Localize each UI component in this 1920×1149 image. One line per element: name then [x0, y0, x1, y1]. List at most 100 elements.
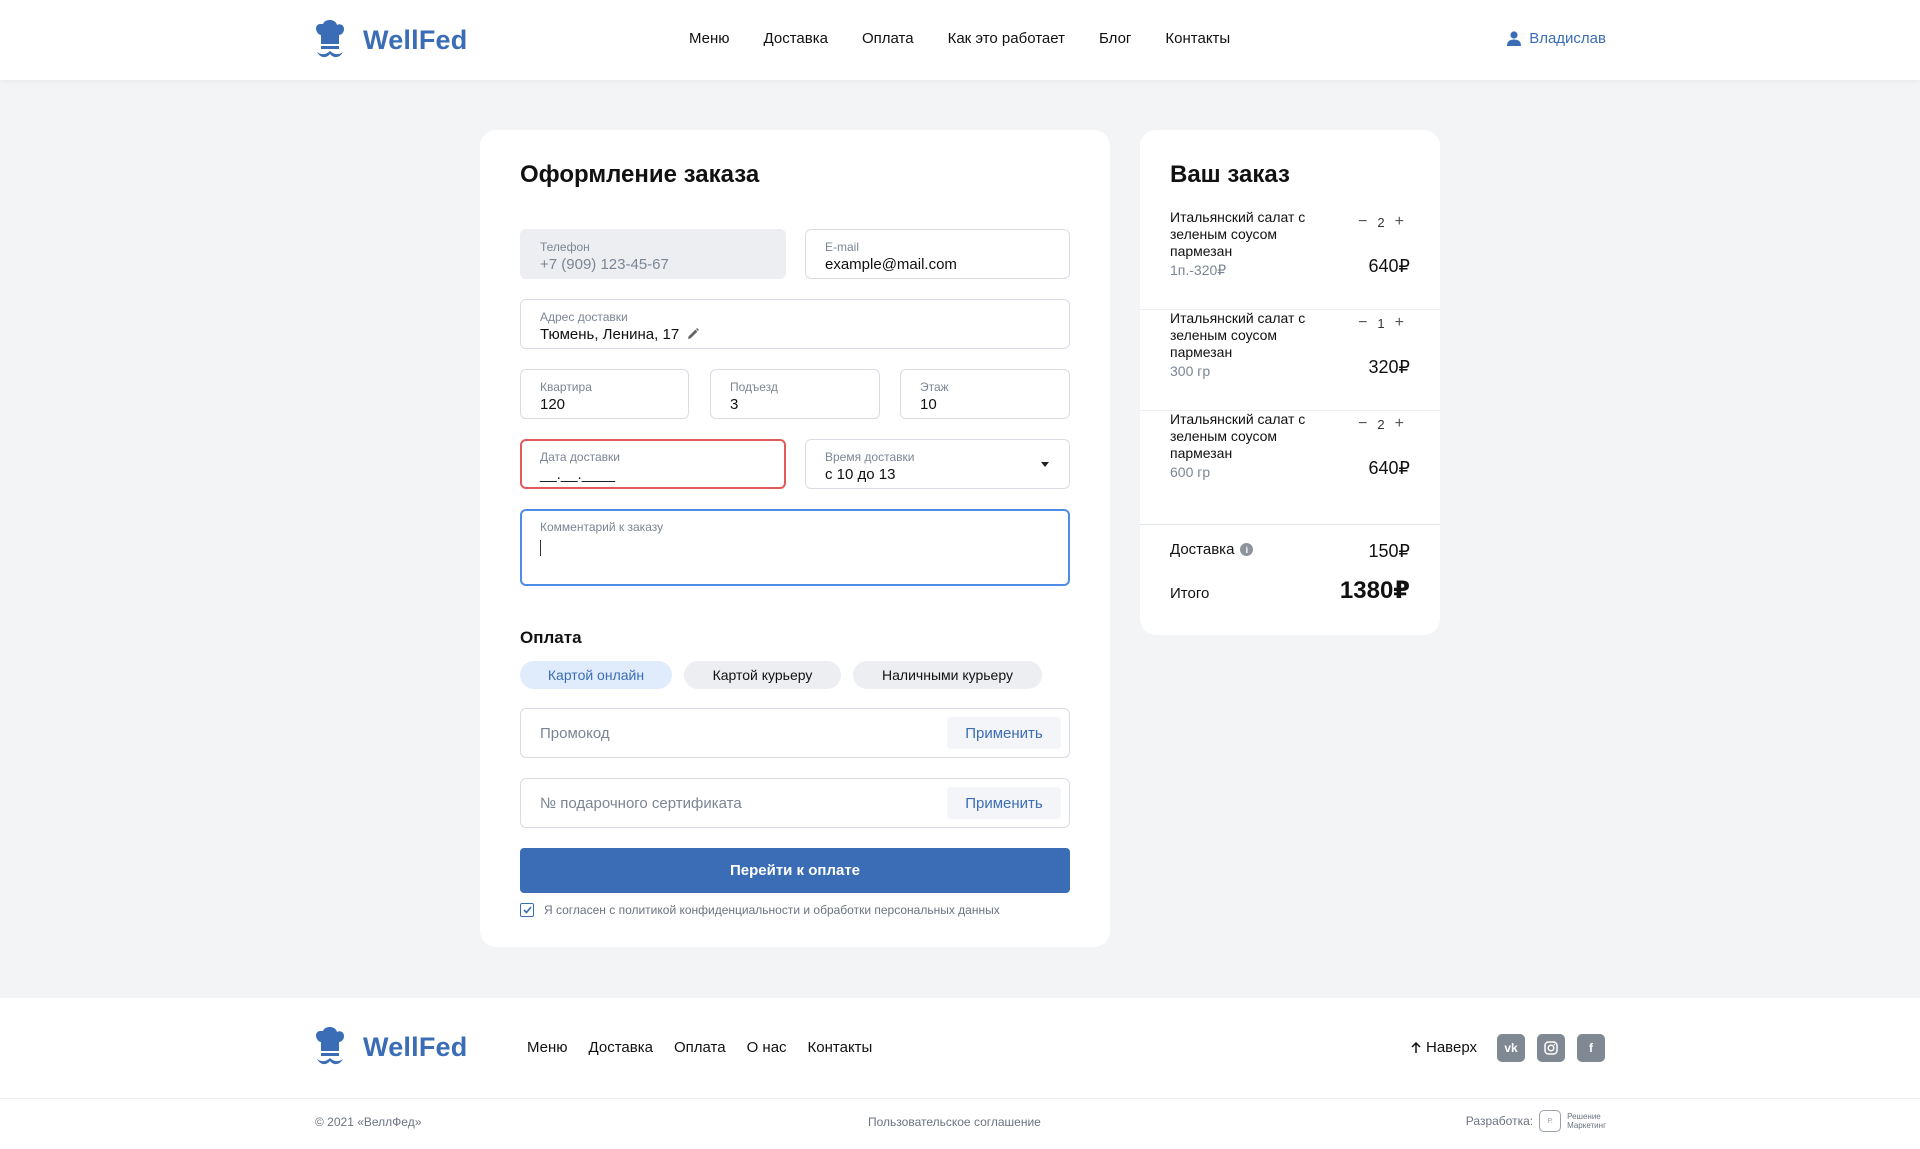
- footer-divider: [0, 1098, 1920, 1099]
- main-nav: Меню Доставка Оплата Как это работает Бл…: [689, 30, 1230, 47]
- phone-field: Телефон +7 (909) 123-45-67: [520, 229, 786, 279]
- email-value: example@mail.com: [825, 256, 957, 273]
- delivery-time-select[interactable]: Время доставки с 10 до 13: [805, 439, 1070, 489]
- promo-apply-button[interactable]: Применить: [947, 717, 1061, 749]
- arrow-up-icon: [1411, 1041, 1421, 1053]
- footer-nav-payment[interactable]: Оплата: [674, 1039, 726, 1056]
- developer-name-line-1: Решение: [1567, 1112, 1601, 1121]
- order-summary-card: Ваш заказ Итальянский салат с зеленым со…: [1140, 130, 1440, 635]
- footer-nav-about[interactable]: О нас: [747, 1039, 787, 1056]
- order-item-detail: 600 гр: [1170, 464, 1211, 480]
- nav-blog[interactable]: Блог: [1099, 30, 1131, 47]
- footer-logo[interactable]: WellFed: [315, 1027, 467, 1067]
- delivery-date-field[interactable]: Дата доставки __.__.____: [520, 439, 786, 489]
- delivery-time-value: с 10 до 13: [825, 466, 896, 483]
- order-title: Ваш заказ: [1170, 161, 1290, 188]
- vk-icon[interactable]: vk: [1497, 1034, 1525, 1062]
- nav-delivery[interactable]: Доставка: [764, 30, 828, 47]
- minus-icon[interactable]: −: [1358, 416, 1367, 432]
- plus-icon[interactable]: +: [1395, 214, 1404, 230]
- floor-field[interactable]: Этаж 10: [900, 369, 1070, 419]
- entrance-label: Подъезд: [730, 380, 778, 394]
- quantity-value: 2: [1377, 416, 1385, 432]
- quantity-value: 2: [1377, 214, 1385, 230]
- email-field[interactable]: E-mail example@mail.com: [805, 229, 1070, 279]
- text-cursor: [540, 540, 541, 556]
- plus-icon[interactable]: +: [1395, 416, 1404, 432]
- footer-nav-contacts[interactable]: Контакты: [808, 1039, 873, 1056]
- developer-name-line-2: Маркетинг: [1567, 1121, 1606, 1130]
- facebook-icon[interactable]: f: [1577, 1034, 1605, 1062]
- address-field[interactable]: Адрес доставки Тюмень, Ленина, 17: [520, 299, 1070, 349]
- order-item-detail: 1п.-320₽: [1170, 262, 1227, 278]
- apartment-label: Квартира: [540, 380, 592, 394]
- nav-menu[interactable]: Меню: [689, 30, 730, 47]
- floor-value: 10: [920, 396, 937, 413]
- total-price: 1380₽: [1339, 577, 1410, 604]
- comment-label: Комментарий к заказу: [540, 520, 664, 534]
- order-item: Итальянский салат с зеленым соусом парме…: [1140, 310, 1440, 411]
- delivery-date-label: Дата доставки: [540, 450, 620, 464]
- footer-nav-menu[interactable]: Меню: [527, 1039, 568, 1056]
- entrance-value: 3: [730, 396, 739, 413]
- user-account-link[interactable]: Владислав: [1507, 30, 1606, 47]
- apartment-value: 120: [540, 396, 566, 413]
- gift-certificate-field[interactable]: № подарочного сертификата Применить: [520, 778, 1070, 828]
- payment-card-online[interactable]: Картой онлайн: [520, 661, 672, 689]
- gift-certificate-placeholder: № подарочного сертификата: [540, 795, 742, 812]
- nav-how-it-works[interactable]: Как это работает: [948, 30, 1065, 47]
- order-item-price: 640₽: [1368, 458, 1410, 478]
- site-header: WellFed Меню Доставка Оплата Как это раб…: [0, 0, 1920, 80]
- phone-label: Телефон: [540, 240, 590, 254]
- proceed-to-payment-button[interactable]: Перейти к оплате: [520, 848, 1070, 893]
- delivery-time-label: Время доставки: [825, 450, 915, 464]
- order-item-name: Итальянский салат с зеленым соусом парме…: [1170, 310, 1306, 360]
- nav-contacts[interactable]: Контакты: [1165, 30, 1230, 47]
- floor-label: Этаж: [920, 380, 949, 394]
- minus-icon[interactable]: −: [1358, 214, 1367, 230]
- site-footer: WellFed Меню Доставка Оплата О нас Конта…: [0, 998, 1920, 1149]
- pencil-icon[interactable]: [687, 327, 700, 345]
- plus-icon[interactable]: +: [1395, 315, 1404, 331]
- order-item-name: Итальянский салат с зеленым соусом парме…: [1170, 411, 1306, 461]
- payment-card-courier[interactable]: Картой курьеру: [684, 661, 841, 689]
- footer-nav: Меню Доставка Оплата О нас Контакты: [527, 1039, 872, 1056]
- apartment-field[interactable]: Квартира 120: [520, 369, 689, 419]
- chef-hat-icon: [316, 1027, 344, 1065]
- address-label: Адрес доставки: [540, 310, 628, 324]
- summary-divider: [1140, 524, 1440, 525]
- privacy-agreement: Я согласен с политикой конфиденциальност…: [520, 903, 1000, 917]
- logo[interactable]: WellFed: [315, 20, 467, 60]
- entrance-field[interactable]: Подъезд 3: [710, 369, 880, 419]
- developer-label: Разработка:: [1465, 1114, 1534, 1128]
- order-item: Итальянский салат с зеленым соусом парме…: [1140, 411, 1440, 512]
- nav-payment[interactable]: Оплата: [862, 30, 914, 47]
- instagram-icon[interactable]: [1537, 1034, 1565, 1062]
- comment-textarea[interactable]: Комментарий к заказу: [520, 509, 1070, 586]
- address-value: Тюмень, Ленина, 17: [540, 326, 680, 343]
- gift-apply-button[interactable]: Применить: [947, 787, 1061, 819]
- agree-checkbox[interactable]: [520, 903, 534, 917]
- check-icon: [522, 906, 532, 914]
- footer-logo-text: WellFed: [363, 1031, 468, 1062]
- payment-cash-courier[interactable]: Наличными курьеру: [853, 661, 1042, 689]
- payment-title: Оплата: [520, 628, 582, 647]
- order-item-detail: 300 гр: [1170, 363, 1211, 379]
- developer-credit[interactable]: Разработка: Р. Решение Маркетинг: [1466, 1110, 1606, 1132]
- chef-hat-icon: [316, 20, 344, 58]
- checkout-card: Оформление заказа Телефон +7 (909) 123-4…: [480, 130, 1110, 947]
- promo-code-field[interactable]: Промокод Применить: [520, 708, 1070, 758]
- user-icon: [1507, 31, 1522, 46]
- order-item-price: 640₽: [1368, 256, 1410, 276]
- order-item-name: Итальянский салат с зеленым соусом парме…: [1170, 209, 1306, 259]
- developer-logo-icon: Р.: [1539, 1110, 1562, 1132]
- delivery-date-value: __.__.____: [540, 466, 616, 483]
- footer-nav-delivery[interactable]: Доставка: [589, 1039, 653, 1056]
- user-agreement-link[interactable]: Пользовательское соглашение: [868, 1115, 1041, 1129]
- info-icon[interactable]: i: [1240, 543, 1254, 556]
- back-to-top-link[interactable]: Наверх: [1411, 1039, 1477, 1056]
- phone-value: +7 (909) 123-45-67: [540, 256, 669, 273]
- minus-icon[interactable]: −: [1358, 315, 1367, 331]
- user-name: Владислав: [1529, 30, 1606, 47]
- delivery-row: Доставка i: [1170, 541, 1254, 558]
